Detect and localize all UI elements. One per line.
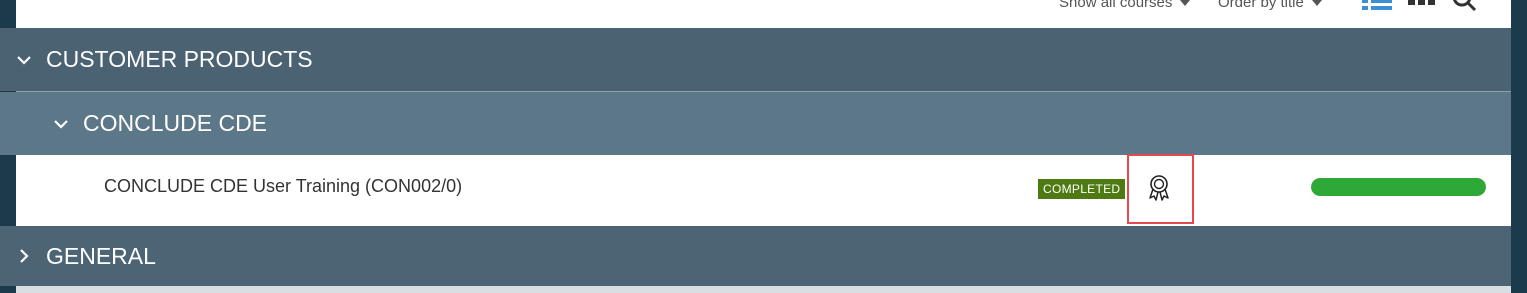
status-badge: COMPLETED — [1038, 179, 1126, 199]
search-icon[interactable] — [1453, 0, 1477, 12]
order-dropdown[interactable]: Order by title — [1218, 0, 1322, 11]
chevron-down-icon — [54, 119, 68, 129]
grid-view-icon[interactable] — [1408, 0, 1436, 10]
chevron-right-icon — [20, 249, 29, 263]
chevron-down-icon — [1311, 0, 1322, 6]
certificate-award-icon[interactable] — [1147, 174, 1171, 202]
filter-dropdown-label: Show all courses — [1059, 0, 1173, 11]
progress-bar-fill — [1311, 178, 1486, 196]
group-header-general[interactable]: GENERAL — [0, 226, 1511, 286]
group-title: CUSTOMER PRODUCTS — [46, 46, 313, 72]
panel-bottom-edge — [16, 286, 1511, 293]
chevron-down-icon — [1180, 0, 1191, 6]
group-header-customer-products[interactable]: CUSTOMER PRODUCTS — [0, 28, 1511, 91]
toolbar: Show all courses Order by title — [16, 0, 1511, 28]
group-header-conclude-cde[interactable]: CONCLUDE CDE — [0, 92, 1511, 155]
course-title-link[interactable]: CONCLUDE CDE User Training (CON002/0) — [104, 176, 462, 197]
filter-dropdown[interactable]: Show all courses — [1059, 0, 1191, 11]
course-row[interactable]: CONCLUDE CDE User Training (CON002/0) CO… — [16, 154, 1511, 226]
group-title: GENERAL — [46, 242, 156, 269]
group-title: CONCLUDE CDE — [83, 110, 268, 136]
list-view-icon[interactable] — [1362, 0, 1392, 10]
progress-bar — [1311, 178, 1486, 196]
order-dropdown-label: Order by title — [1218, 0, 1304, 11]
chevron-down-icon — [17, 55, 31, 65]
